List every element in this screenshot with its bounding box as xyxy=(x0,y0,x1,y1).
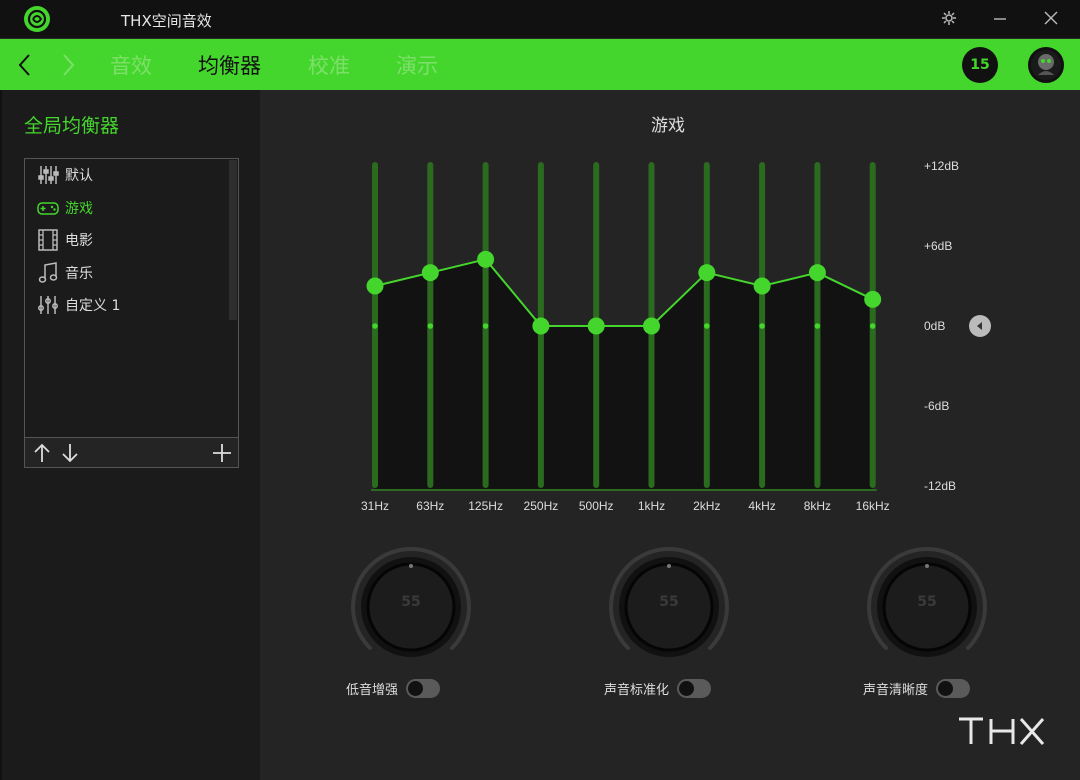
db-label-high: +6dB xyxy=(924,239,953,253)
eq-zero-marker xyxy=(704,323,710,329)
toggle-knob xyxy=(408,681,424,696)
freq-label: 2kHz xyxy=(693,499,721,513)
freq-label: 1kHz xyxy=(637,499,666,513)
preset-label: 自定义 1 xyxy=(65,298,121,315)
voice-clarity-knob[interactable]: 55 xyxy=(862,542,992,672)
back-arrow-icon[interactable] xyxy=(14,51,38,79)
eq-band-handle[interactable] xyxy=(698,264,716,282)
tab-equalizer[interactable]: 均衡器 xyxy=(198,50,261,80)
forward-arrow-icon[interactable] xyxy=(56,51,80,79)
toggle-knob xyxy=(679,681,695,696)
preset-label: 电影 xyxy=(65,233,93,250)
preset-label: 音乐 xyxy=(65,265,93,282)
eq-zero-marker xyxy=(372,323,378,329)
toggle-knob xyxy=(938,681,954,696)
add-preset-plus-icon[interactable] xyxy=(211,442,233,464)
preset-item-custom-1[interactable]: 自定义 1 xyxy=(25,289,230,322)
knob-value: 55 xyxy=(917,594,937,610)
preset-list: 默认 游戏 电影 音乐 自定义 1 xyxy=(25,159,230,322)
tab-sound-effects[interactable]: 音效 xyxy=(110,50,152,80)
freq-label: 250Hz xyxy=(523,499,559,513)
freq-label: 8kHz xyxy=(803,499,832,513)
thx-logo xyxy=(957,716,1049,746)
eq-zero-marker xyxy=(427,323,434,329)
sliders-icon xyxy=(37,164,59,186)
eq-band-handle[interactable] xyxy=(643,317,660,335)
knob-value: 55 xyxy=(401,594,421,610)
volume-normalization-row: 声音标准化 xyxy=(604,679,712,698)
equalizer-panel: 游戏 +12dB +6dB 0dB -6dB -12dB 31Hz 63Hz 125… xyxy=(260,90,1080,780)
preset-item-default[interactable]: 默认 xyxy=(25,159,230,192)
bass-boost-knob[interactable]: 55 xyxy=(346,542,476,672)
tab-calibration[interactable]: 校准 xyxy=(308,50,350,80)
freq-label: 63Hz xyxy=(416,499,445,513)
move-up-arrow-icon[interactable] xyxy=(31,442,53,464)
freq-label: 125Hz xyxy=(468,499,503,513)
db-label-low: -6dB xyxy=(924,399,950,413)
notification-badge[interactable]: 15 xyxy=(962,47,998,83)
title-bar: THX空间音效 xyxy=(0,0,1080,38)
eq-zero-marker xyxy=(759,323,765,329)
minimize-icon[interactable] xyxy=(987,6,1013,32)
eq-band-handle[interactable] xyxy=(587,317,605,335)
voice-clarity-toggle[interactable] xyxy=(936,679,971,698)
eq-band-handle[interactable] xyxy=(808,264,826,282)
eq-zero-marker xyxy=(814,323,821,329)
preset-item-gaming[interactable]: 游戏 xyxy=(25,192,230,225)
music-note-icon xyxy=(37,261,59,284)
voice-clarity-label: 声音清晰度 xyxy=(863,683,929,698)
bass-boost-row: 低音增强 xyxy=(346,679,441,698)
tab-demo[interactable]: 演示 xyxy=(396,50,438,80)
preset-list-box: 默认 游戏 电影 音乐 自定义 1 xyxy=(24,158,239,468)
bass-boost-toggle[interactable] xyxy=(406,679,441,698)
freq-label: 4kHz xyxy=(748,499,776,513)
eq-band-handle[interactable] xyxy=(477,250,495,268)
eq-curve-area xyxy=(375,259,873,490)
eq-zero-marker xyxy=(869,323,876,329)
film-icon xyxy=(37,229,59,251)
freq-label: 16kHz xyxy=(855,499,890,513)
preset-label: 游戏 xyxy=(65,200,93,217)
gamepad-icon xyxy=(37,197,59,219)
move-down-arrow-icon[interactable] xyxy=(59,442,81,464)
db-label-min: -12dB xyxy=(924,479,957,493)
freq-label: 500Hz xyxy=(578,499,614,513)
avatar[interactable] xyxy=(1028,47,1064,83)
volume-normalization-toggle[interactable] xyxy=(677,679,712,698)
bass-boost-label: 低音增强 xyxy=(346,683,399,698)
knob-value: 55 xyxy=(659,594,679,610)
db-label-max: +12dB xyxy=(924,159,960,173)
eq-band-handle[interactable] xyxy=(366,277,384,295)
preset-scrollbar[interactable] xyxy=(229,160,237,320)
app-title: THX空间音效 xyxy=(121,12,212,30)
sidebar-title: 全局均衡器 xyxy=(24,115,120,137)
db-label-zero: 0dB xyxy=(924,319,946,333)
eq-band-handle[interactable] xyxy=(864,290,882,308)
volume-normalization-label: 声音标准化 xyxy=(604,683,670,698)
nav-bar: 音效 均衡器 校准 演示 15 xyxy=(0,38,1080,90)
preset-footer xyxy=(25,437,238,467)
preset-label: 默认 xyxy=(65,168,93,185)
preset-item-movie[interactable]: 电影 xyxy=(25,224,230,257)
custom-sliders-icon xyxy=(37,294,59,316)
reset-arrow-icon[interactable] xyxy=(969,315,991,337)
voice-clarity-row: 声音清晰度 xyxy=(863,679,971,698)
eq-band-handle[interactable] xyxy=(532,317,550,335)
preset-item-music[interactable]: 音乐 xyxy=(25,257,230,290)
settings-gear-icon[interactable] xyxy=(936,6,962,32)
eq-zero-marker xyxy=(482,323,489,329)
volume-normalization-knob[interactable]: 55 xyxy=(604,542,734,672)
equalizer-graph xyxy=(366,162,882,491)
eq-band-handle[interactable] xyxy=(753,277,771,295)
razer-logo-icon xyxy=(24,6,50,32)
sidebar: 全局均衡器 默认 游戏 电影 音乐 自定义 1 xyxy=(2,90,260,780)
close-icon[interactable] xyxy=(1038,6,1064,32)
freq-label: 31Hz xyxy=(360,499,389,513)
eq-band-handle[interactable] xyxy=(421,264,439,282)
